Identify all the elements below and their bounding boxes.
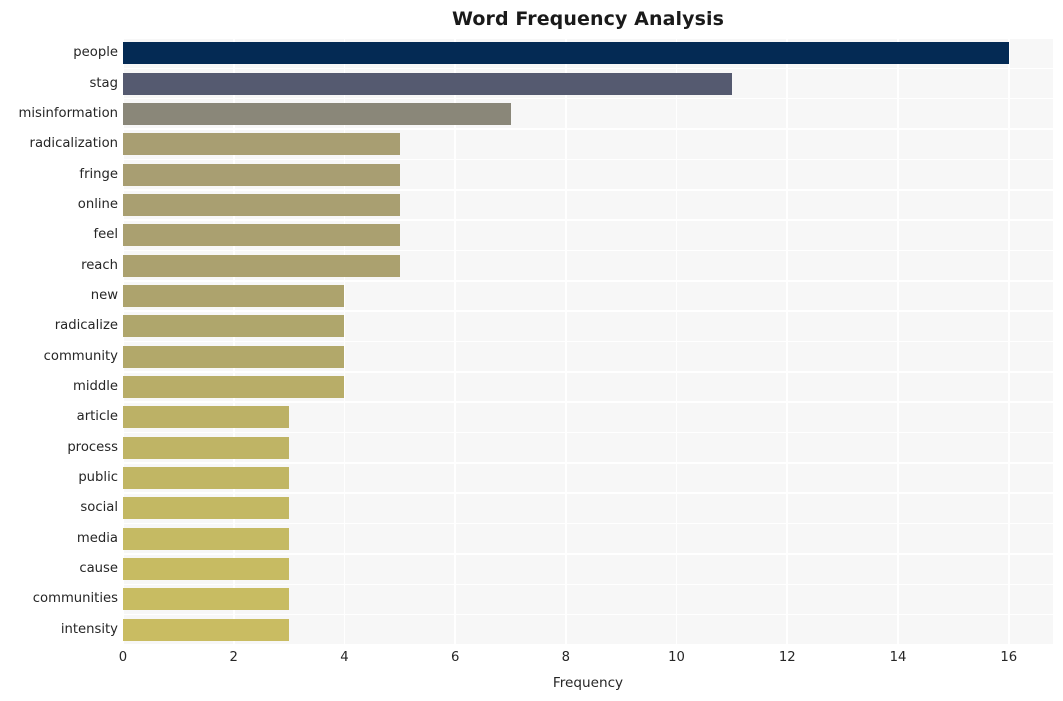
gridline-horizontal <box>123 553 1053 555</box>
gridline-horizontal <box>123 522 1053 525</box>
gridline-horizontal <box>123 371 1053 373</box>
gridline-horizontal <box>123 462 1053 464</box>
x-axis-tick-label: 4 <box>340 650 349 665</box>
bar[interactable] <box>123 193 400 216</box>
x-axis-tick-label: 2 <box>229 650 238 665</box>
y-axis-tick-label: public <box>78 470 118 486</box>
x-axis-tick-labels: 0 2 4 6 8 10 12 14 16 <box>119 650 1053 672</box>
gridline-horizontal <box>123 128 1053 130</box>
gridline-horizontal <box>123 67 1053 70</box>
gridline-horizontal <box>123 431 1053 434</box>
bar[interactable] <box>123 315 345 338</box>
gridline-horizontal <box>123 644 1053 645</box>
gridline-horizontal <box>123 492 1053 495</box>
gridline-horizontal <box>123 340 1053 343</box>
y-axis-tick-label: cause <box>79 561 118 577</box>
y-axis-tick-label: online <box>77 196 118 212</box>
bar[interactable] <box>123 376 345 399</box>
gridline-horizontal <box>123 249 1053 252</box>
x-axis-tick-label: 8 <box>561 650 571 665</box>
x-axis-tick-label: 12 <box>778 650 796 665</box>
bar[interactable] <box>123 588 290 611</box>
bar[interactable] <box>123 345 345 368</box>
y-axis-tick-label: social <box>80 500 118 516</box>
y-axis-tick-labels: people stag misinformation radicalization fr… <box>0 38 119 645</box>
bar[interactable] <box>123 42 1009 65</box>
gridline-horizontal <box>123 583 1053 586</box>
gridline-horizontal <box>123 310 1053 312</box>
y-axis-tick-label: radicalize <box>54 318 118 334</box>
x-axis-tick-label: 14 <box>889 650 907 665</box>
y-axis-tick-label: reach <box>81 257 118 273</box>
bar[interactable] <box>123 254 400 277</box>
y-axis-tick-label: communities <box>32 591 118 607</box>
y-axis-tick-label: misinformation <box>18 105 119 121</box>
bar[interactable] <box>123 224 400 247</box>
bar[interactable] <box>123 618 290 641</box>
gridline-horizontal <box>123 219 1053 221</box>
y-axis-tick-label: people <box>73 45 118 61</box>
x-axis-label: Frequency <box>552 675 624 691</box>
gridline-horizontal <box>123 188 1053 191</box>
y-axis-tick-label: community <box>43 348 118 364</box>
bar[interactable] <box>123 467 290 490</box>
gridline-horizontal <box>123 97 1053 100</box>
bar[interactable] <box>123 527 290 550</box>
gridline-horizontal <box>123 158 1053 161</box>
y-axis-tick-label: stag <box>89 75 119 91</box>
plot-area <box>123 38 1053 645</box>
bar[interactable] <box>123 284 345 307</box>
y-axis-tick-label: article <box>76 409 118 425</box>
gridline-horizontal <box>123 401 1053 403</box>
x-axis-tick-label: 10 <box>668 650 685 665</box>
y-axis-tick-label: feel <box>93 227 118 243</box>
gridline-horizontal <box>123 38 1053 39</box>
y-axis-tick-label: media <box>76 530 118 546</box>
gridline-horizontal <box>123 280 1053 282</box>
x-axis-tick-label: 16 <box>1000 650 1018 665</box>
x-axis-tick-label: 0 <box>118 650 128 665</box>
x-axis-tick-label: 6 <box>450 650 460 665</box>
bar[interactable] <box>123 497 290 520</box>
gridline-horizontal <box>123 613 1053 616</box>
y-axis-tick-label: new <box>90 287 118 303</box>
bar[interactable] <box>123 406 290 429</box>
y-axis-tick-label: middle <box>72 379 118 395</box>
bar[interactable] <box>123 133 400 156</box>
bar[interactable] <box>123 163 400 186</box>
word-frequency-chart-figure: Word Frequency Analysis people stag misinf… <box>0 0 1063 701</box>
y-axis-tick-label: fringe <box>79 166 118 182</box>
bar[interactable] <box>123 102 511 125</box>
bar[interactable] <box>123 436 290 459</box>
y-axis-tick-label: process <box>67 439 118 455</box>
y-axis-tick-label: radicalization <box>29 136 118 152</box>
bar[interactable] <box>123 558 290 581</box>
y-axis-tick-label: intensity <box>60 621 118 637</box>
page-title: Word Frequency Analysis <box>451 8 725 30</box>
bar[interactable] <box>123 72 732 95</box>
